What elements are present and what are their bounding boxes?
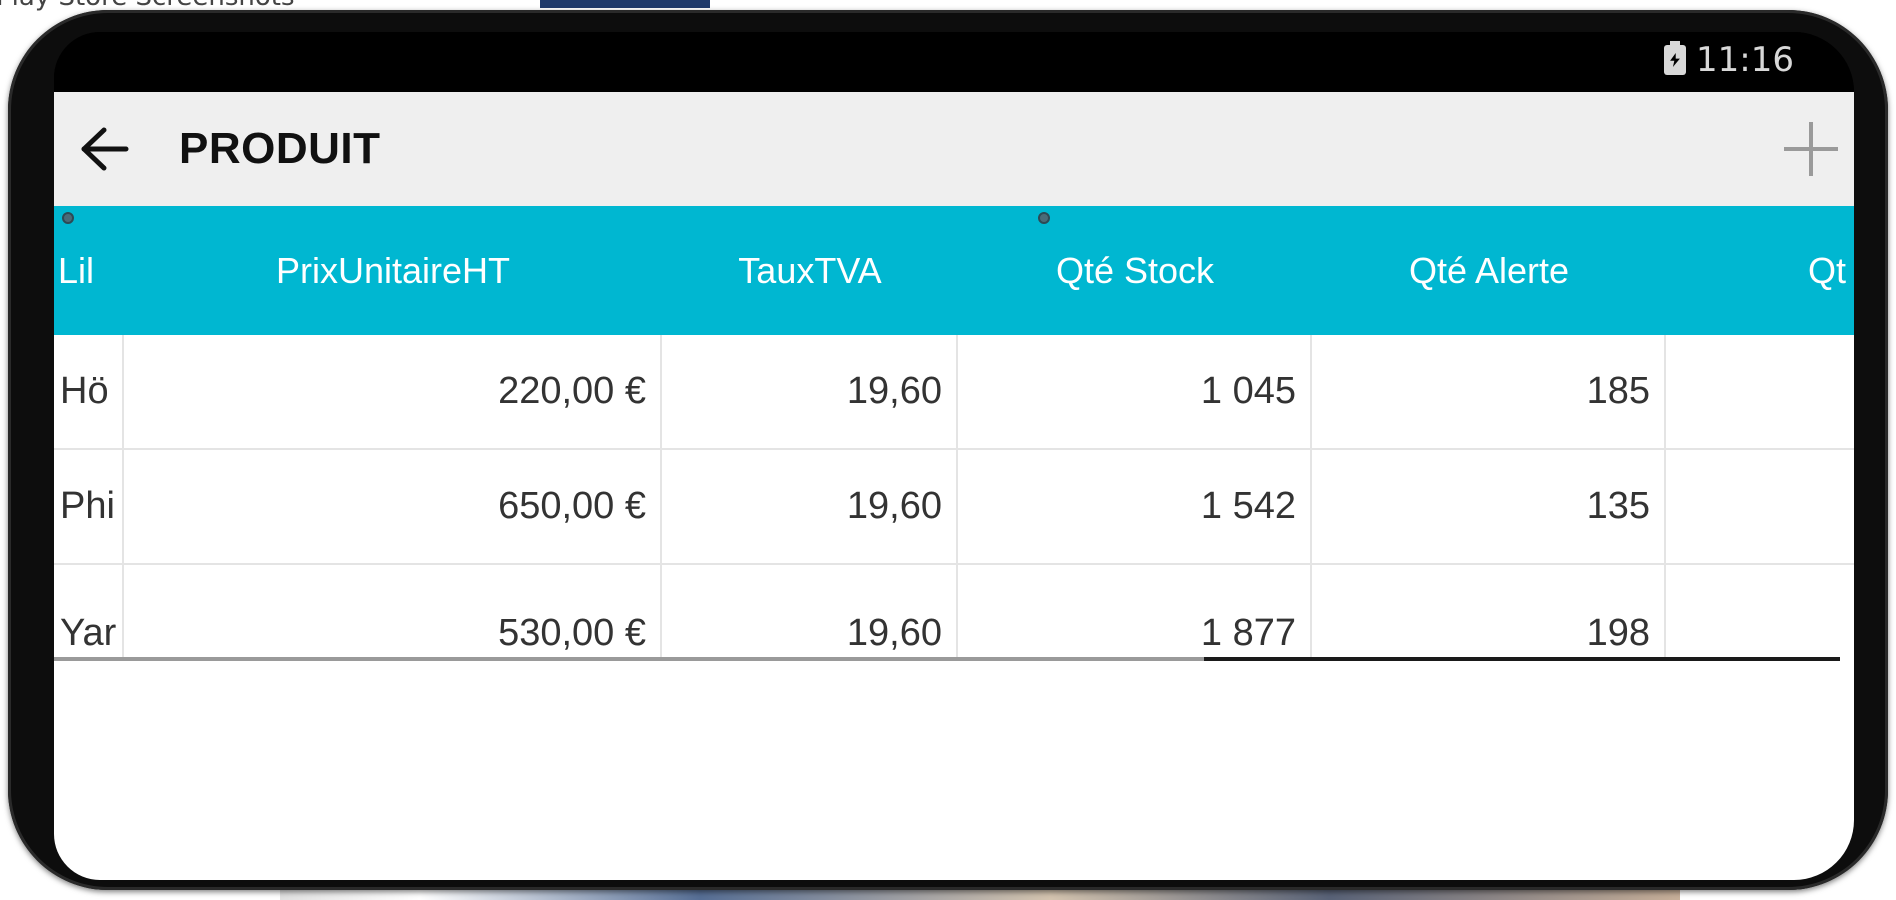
table-header: Lil PrixUnitaireHT TauxTVA Qté Stock Qté…: [54, 206, 1854, 335]
column-header-prix[interactable]: PrixUnitaireHT: [124, 206, 662, 335]
table-cell-taux-tva: 19,60: [662, 565, 958, 657]
phone-screen: 11:16 PRODUIT Lil PrixUnitaireHT TauxTVA…: [54, 32, 1854, 880]
column-header-qte-stock[interactable]: Qté Stock: [958, 206, 1312, 335]
toolbar: PRODUIT: [54, 92, 1854, 206]
status-time: 11:16: [1696, 40, 1794, 80]
table-cell-qte-alerte: 185: [1312, 335, 1666, 448]
column-header-label: Qt: [1808, 249, 1847, 291]
table-cell-qte-more: [1666, 565, 1854, 657]
background-strip: [540, 0, 710, 8]
battery-charging-icon: [1664, 41, 1687, 75]
app-content: PRODUIT Lil PrixUnitaireHT TauxTVA Qté S…: [54, 92, 1854, 880]
table-cell-qte-stock: 1 877: [958, 565, 1312, 657]
phone-frame: 11:16 PRODUIT Lil PrixUnitaireHT TauxTVA…: [8, 10, 1888, 890]
table-cell-qte-more: [1666, 335, 1854, 448]
table-cell-qte-alerte: 135: [1312, 450, 1666, 563]
status-indicators: 11:16: [1664, 40, 1794, 80]
table-cell-prix: 220,00 €: [124, 335, 662, 448]
horizontal-scrollbar[interactable]: [1204, 657, 1840, 661]
page-title: PRODUIT: [179, 124, 381, 173]
column-header-taux-tva[interactable]: TauxTVA: [662, 206, 958, 335]
table-cell-prix: 650,00 €: [124, 450, 662, 563]
column-header-libelle[interactable]: Lil: [54, 206, 124, 335]
table-cell-qte-more: [1666, 450, 1854, 563]
table-cell-taux-tva: 19,60: [662, 335, 958, 448]
table-row[interactable]: Phi 650,00 € 19,60 1 542 135: [54, 450, 1854, 565]
back-button[interactable]: [76, 120, 134, 178]
column-header-qte-more[interactable]: Qt: [1808, 206, 1854, 335]
table-cell-libelle: Hö: [54, 335, 124, 448]
table-cell-qte-alerte: 198: [1312, 565, 1666, 657]
column-header-label: TauxTVA: [738, 249, 882, 291]
table-row[interactable]: Hö 220,00 € 19,60 1 045 185: [54, 335, 1854, 450]
column-header-label: PrixUnitaireHT: [275, 249, 511, 291]
table-cell-qte-stock: 1 045: [958, 335, 1312, 448]
table-body: Hö 220,00 € 19,60 1 045 185 Phi 650,00 €…: [54, 335, 1854, 657]
column-header-label: Qté Stock: [1055, 249, 1215, 291]
table-cell-taux-tva: 19,60: [662, 450, 958, 563]
status-bar: 11:16: [54, 32, 1854, 92]
table-cell-qte-stock: 1 542: [958, 450, 1312, 563]
table-cell-prix: 530,00 €: [124, 565, 662, 657]
table-cell-libelle: Yar: [54, 565, 124, 657]
column-header-label: Qté Alerte: [1408, 249, 1570, 291]
plus-icon: [1784, 122, 1838, 176]
table-cell-libelle: Phi: [54, 450, 124, 563]
column-header-qte-alerte[interactable]: Qté Alerte: [1312, 206, 1666, 335]
table-row[interactable]: Yar 530,00 € 19,60 1 877 198: [54, 565, 1854, 657]
add-button[interactable]: [1780, 118, 1842, 180]
column-header-label: Lil: [58, 249, 95, 291]
arrow-left-icon: [81, 127, 129, 171]
